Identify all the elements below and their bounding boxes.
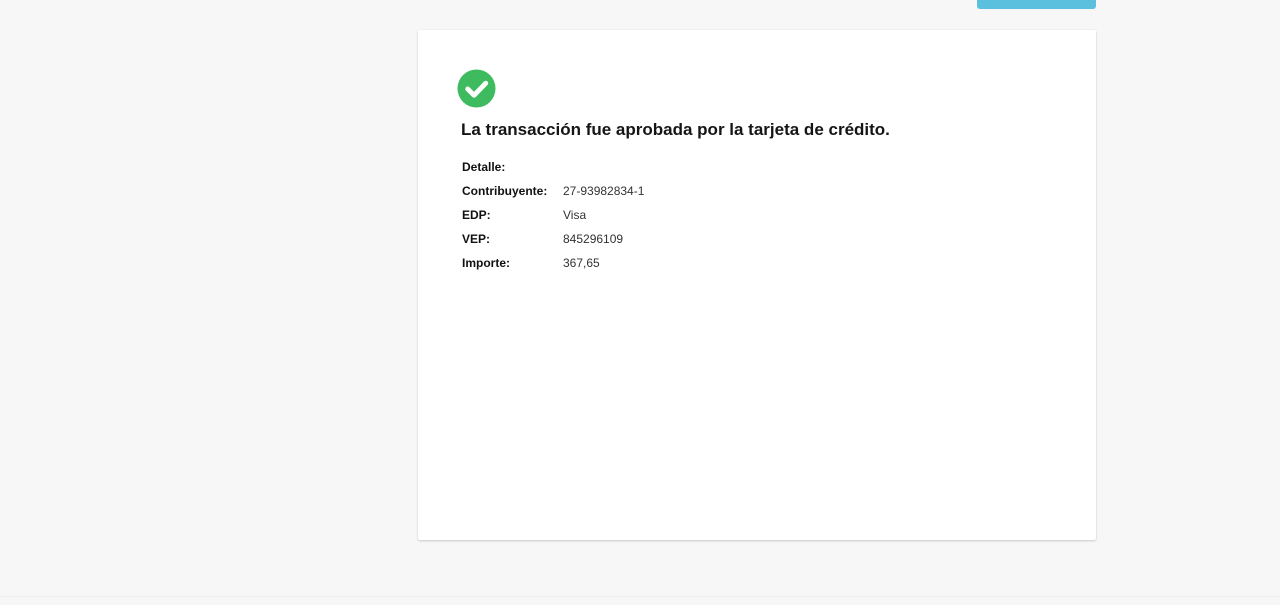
detail-row-vep: VEP: 845296109: [462, 227, 644, 251]
transaction-details: Detalle: Contribuyente: 27-93982834-1 ED…: [462, 155, 644, 275]
check-circle-icon: [457, 69, 496, 108]
transaction-result-card: La transacción fue aprobada por la tarje…: [418, 30, 1096, 540]
detail-value: 367,65: [563, 256, 600, 270]
transaction-status-message: La transacción fue aprobada por la tarje…: [461, 120, 890, 139]
detail-row-importe: Importe: 367,65: [462, 251, 644, 275]
details-heading-row: Detalle:: [462, 155, 644, 179]
detail-label: Contribuyente:: [462, 184, 548, 198]
detail-row-edp: EDP: Visa: [462, 203, 644, 227]
details-heading: Detalle:: [462, 160, 506, 174]
detail-row-contribuyente: Contribuyente: 27-93982834-1: [462, 179, 644, 203]
top-action-button[interactable]: [977, 0, 1096, 9]
detail-value: 27-93982834-1: [563, 184, 645, 198]
footer-divider: [0, 596, 1280, 597]
detail-label: Importe:: [462, 256, 510, 270]
detail-value: Visa: [563, 208, 587, 222]
detail-label: EDP:: [462, 208, 491, 222]
detail-label: VEP:: [462, 232, 491, 246]
detail-value: 845296109: [563, 232, 624, 246]
